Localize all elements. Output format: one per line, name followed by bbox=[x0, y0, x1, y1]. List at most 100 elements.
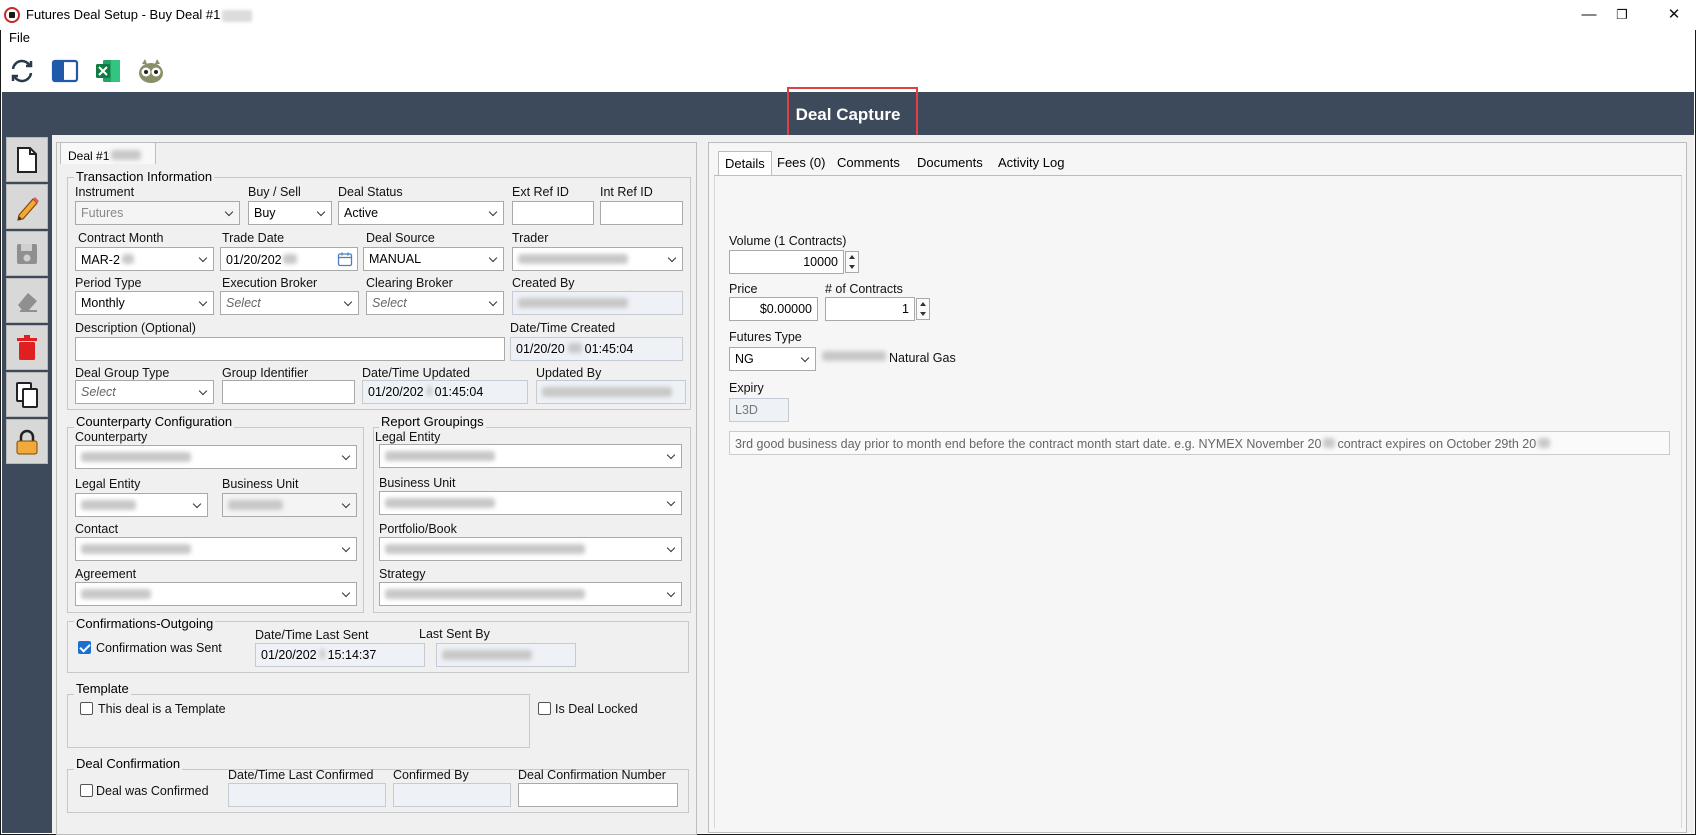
deal-status-value: Active bbox=[344, 206, 379, 220]
last-confirmed-label: Date/Time Last Confirmed bbox=[228, 768, 374, 782]
deal-source-value: MANUAL bbox=[369, 252, 422, 266]
panel-icon[interactable] bbox=[50, 56, 80, 86]
contracts-value: 1 bbox=[902, 302, 909, 316]
volume-input[interactable]: 10000 bbox=[729, 250, 844, 274]
trade-date-value: 01/20/202 bbox=[226, 253, 282, 267]
int-ref-input[interactable] bbox=[600, 201, 683, 225]
clearing-broker-select[interactable]: Select bbox=[366, 291, 504, 315]
cp-legal-entity-label: Legal Entity bbox=[75, 477, 141, 491]
description-input[interactable] bbox=[75, 337, 505, 361]
price-value: $0.00000 bbox=[759, 302, 812, 316]
updated-by-field bbox=[536, 380, 686, 404]
expiry-desc-a: 3rd good business day prior to month end… bbox=[735, 437, 1322, 451]
redacted-updated-by bbox=[542, 387, 672, 397]
expiry-label: Expiry bbox=[729, 381, 764, 395]
edit-pencil-icon[interactable] bbox=[6, 184, 48, 229]
exec-broker-label: Execution Broker bbox=[222, 276, 318, 290]
futures-type-value: NG bbox=[735, 352, 754, 366]
excel-icon[interactable] bbox=[93, 56, 123, 86]
close-button[interactable]: ✕ bbox=[1662, 4, 1686, 26]
deal-status-select[interactable]: Active bbox=[338, 201, 504, 225]
cp-business-unit-label: Business Unit bbox=[222, 477, 299, 491]
cp-business-unit-select[interactable] bbox=[222, 493, 357, 517]
calendar-icon[interactable] bbox=[337, 251, 353, 270]
app-logo-icon bbox=[4, 7, 20, 23]
portfolio-select[interactable] bbox=[379, 537, 682, 561]
cp-legal-entity-select[interactable] bbox=[75, 493, 208, 517]
confirmation-number-input[interactable] bbox=[518, 783, 678, 807]
deal-locked-checkbox[interactable] bbox=[538, 702, 551, 715]
group-id-input[interactable] bbox=[222, 380, 355, 404]
save-icon[interactable] bbox=[6, 231, 48, 276]
details-content bbox=[714, 176, 1682, 828]
group-type-value: Select bbox=[81, 385, 116, 399]
ext-ref-input[interactable] bbox=[512, 201, 594, 225]
tab-details[interactable]: Details bbox=[718, 151, 772, 175]
restore-button[interactable]: ❐ bbox=[1610, 4, 1634, 26]
deal-confirmed-label: Deal was Confirmed bbox=[96, 784, 209, 798]
redacted-trader bbox=[518, 254, 628, 264]
app-mascot-icon[interactable] bbox=[136, 56, 166, 86]
window-title: Futures Deal Setup - Buy Deal #1 bbox=[26, 7, 253, 22]
counterparty-select[interactable] bbox=[75, 445, 357, 469]
buysell-select[interactable]: Buy bbox=[248, 201, 332, 225]
volume-spinner[interactable] bbox=[845, 251, 859, 273]
period-type-select[interactable]: Monthly bbox=[75, 291, 214, 315]
group-type-select[interactable]: Select bbox=[75, 380, 214, 404]
instrument-select[interactable]: Futures bbox=[75, 201, 240, 225]
futures-type-select[interactable]: NG bbox=[729, 347, 816, 371]
rg-legal-entity-select[interactable] bbox=[379, 444, 682, 468]
buysell-value: Buy bbox=[254, 206, 276, 220]
minimize-button[interactable]: — bbox=[1577, 4, 1601, 26]
trader-select[interactable] bbox=[512, 247, 683, 271]
redacted-strategy bbox=[385, 589, 585, 599]
report-groupings-title: Report Groupings bbox=[379, 414, 486, 429]
last-sent-by-label: Last Sent By bbox=[419, 627, 490, 641]
eraser-icon[interactable] bbox=[6, 278, 48, 323]
contact-label: Contact bbox=[75, 522, 119, 536]
confirmation-sent-label: Confirmation was Sent bbox=[96, 641, 222, 655]
created-time-value: 01:45:04 bbox=[584, 342, 634, 356]
deal-source-select[interactable]: MANUAL bbox=[363, 247, 504, 271]
new-document-icon[interactable] bbox=[6, 137, 48, 182]
redacted-year bbox=[1323, 438, 1336, 448]
copy-icon[interactable] bbox=[6, 372, 48, 417]
tab-activity-log[interactable]: Activity Log bbox=[992, 151, 1070, 175]
contracts-spinner[interactable] bbox=[916, 298, 930, 320]
last-sent-field: 01/20/202 15:14:37 bbox=[255, 643, 425, 667]
last-sent-time-value: 15:14:37 bbox=[327, 648, 377, 662]
deal-source-label: Deal Source bbox=[366, 231, 435, 245]
deal-confirmed-checkbox[interactable] bbox=[80, 784, 93, 797]
contact-select[interactable] bbox=[75, 537, 357, 561]
period-type-label: Period Type bbox=[75, 276, 142, 290]
strategy-select[interactable] bbox=[379, 582, 682, 606]
is-template-checkbox[interactable] bbox=[80, 702, 93, 715]
updated-dt-label: Date/Time Updated bbox=[362, 366, 470, 380]
portfolio-label: Portfolio/Book bbox=[379, 522, 457, 536]
tab-fees[interactable]: Fees (0) bbox=[771, 151, 831, 175]
menu-file[interactable]: File bbox=[9, 30, 30, 45]
futures-type-description: Natural Gas bbox=[822, 351, 956, 365]
tab-comments[interactable]: Comments bbox=[831, 151, 906, 175]
agreement-select[interactable] bbox=[75, 582, 357, 606]
contracts-input[interactable]: 1 bbox=[825, 297, 915, 321]
lock-icon[interactable] bbox=[6, 419, 48, 464]
volume-label: Volume (1 Contracts) bbox=[729, 234, 847, 248]
price-input[interactable]: $0.00000 bbox=[729, 297, 818, 321]
agreement-label: Agreement bbox=[75, 567, 137, 581]
tab-documents[interactable]: Documents bbox=[911, 151, 989, 175]
confirmation-sent-checkbox[interactable] bbox=[78, 641, 91, 654]
instrument-value: Futures bbox=[81, 206, 124, 220]
description-label: Description (Optional) bbox=[75, 321, 196, 335]
futures-type-desc: Natural Gas bbox=[889, 351, 956, 365]
contract-month-select[interactable]: MAR-2 bbox=[75, 247, 214, 271]
tab-deal[interactable]: Deal #1 bbox=[60, 142, 156, 164]
rg-business-unit-select[interactable] bbox=[379, 491, 682, 515]
int-ref-label: Int Ref ID bbox=[600, 185, 653, 199]
created-by-label: Created By bbox=[512, 276, 575, 290]
refresh-icon[interactable] bbox=[7, 56, 37, 86]
tab-deal-label: Deal #1 bbox=[68, 149, 110, 163]
exec-broker-select[interactable]: Select bbox=[220, 291, 359, 315]
delete-trash-icon[interactable] bbox=[6, 325, 48, 370]
counterparty-label: Counterparty bbox=[75, 430, 148, 444]
